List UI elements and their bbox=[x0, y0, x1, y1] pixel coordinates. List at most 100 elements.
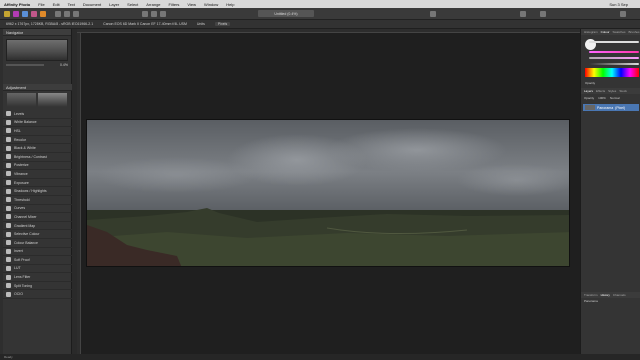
status-text: Ready bbox=[4, 355, 13, 359]
tone-mapping-persona-icon[interactable] bbox=[31, 10, 37, 17]
adjustment-item[interactable]: Brightness / Contrast bbox=[3, 153, 72, 162]
adjustment-icon bbox=[6, 137, 11, 143]
tab-history[interactable]: History bbox=[601, 293, 610, 297]
preset-thumbnail[interactable] bbox=[7, 93, 36, 107]
liquify-persona-icon[interactable] bbox=[13, 10, 19, 17]
export-persona-icon[interactable] bbox=[40, 10, 46, 17]
adjustment-item[interactable]: White Balance bbox=[3, 119, 72, 128]
adjustment-item[interactable]: Black & White bbox=[3, 144, 72, 153]
adjustment-label: HSL bbox=[14, 128, 21, 133]
menu-layer[interactable]: Layer bbox=[109, 2, 119, 7]
luminosity-slider[interactable] bbox=[589, 57, 639, 59]
hue-slider[interactable] bbox=[589, 41, 639, 43]
adjustment-item[interactable]: OCIO bbox=[3, 290, 72, 300]
snapping-icon[interactable] bbox=[430, 11, 436, 17]
menu-view[interactable]: View bbox=[187, 2, 196, 7]
menubar-status: Sun 3 Sep bbox=[609, 2, 636, 7]
canvas-area[interactable] bbox=[77, 29, 580, 354]
panorama-image[interactable] bbox=[86, 119, 570, 267]
align-icon[interactable] bbox=[540, 11, 546, 17]
menu-arrange[interactable]: Arrange bbox=[146, 2, 160, 7]
adjustment-label: White Balance bbox=[14, 120, 37, 125]
menu-window[interactable]: Window bbox=[204, 2, 218, 7]
layers-panel-tabs: Layers Effects Styles Stock bbox=[581, 88, 640, 94]
colour-spectrum[interactable] bbox=[585, 68, 639, 77]
menu-edit[interactable]: Edit bbox=[53, 2, 60, 7]
adjustment-icon bbox=[6, 291, 11, 297]
menu-filters[interactable]: Filters bbox=[169, 2, 180, 7]
menu-select[interactable]: Select bbox=[127, 2, 138, 7]
adjustment-item[interactable]: LUT bbox=[3, 265, 72, 274]
navigator-header[interactable]: Navigator bbox=[3, 29, 71, 36]
history-item[interactable]: Panorama bbox=[584, 299, 598, 303]
app-menu[interactable]: Affinity Photo bbox=[4, 2, 30, 7]
adjustment-item[interactable]: Channel Mixer bbox=[3, 213, 72, 222]
layer-options-row: Opacity 100% Normal bbox=[584, 96, 620, 100]
auto-contrast-icon[interactable] bbox=[151, 10, 157, 17]
units-dropdown[interactable]: Pixels bbox=[214, 22, 231, 26]
adjustment-item[interactable]: Posterize bbox=[3, 162, 72, 171]
preset-thumbnail[interactable] bbox=[38, 93, 67, 107]
photo-persona-icon[interactable] bbox=[4, 10, 10, 17]
navigator-thumbnail[interactable] bbox=[6, 39, 68, 61]
tab-brushes[interactable]: Brushes bbox=[629, 30, 640, 34]
adjustment-label: Brightness / Contrast bbox=[14, 154, 47, 159]
tab-stock[interactable]: Stock bbox=[619, 89, 627, 93]
adjustment-item[interactable]: Curves bbox=[3, 205, 72, 214]
zoom-slider[interactable] bbox=[6, 64, 44, 66]
auto-levels-icon[interactable] bbox=[142, 10, 148, 17]
tab-histogram[interactable]: Histogram bbox=[584, 30, 598, 34]
auto-colour-icon[interactable] bbox=[160, 10, 166, 17]
alpha-slider[interactable] bbox=[589, 63, 639, 65]
tab-styles[interactable]: Styles bbox=[608, 89, 616, 93]
panorama-landscape bbox=[87, 120, 569, 266]
adjustment-item[interactable]: Levels bbox=[3, 110, 72, 119]
history-panel-tabs: Transform History Channels bbox=[581, 292, 640, 298]
adjustment-label: Soft Proof bbox=[14, 257, 30, 262]
tab-colour[interactable]: Colour bbox=[601, 30, 610, 34]
menu-text[interactable]: Text bbox=[68, 2, 75, 7]
develop-persona-icon[interactable] bbox=[22, 10, 28, 17]
adjustment-label: Channel Mixer bbox=[14, 214, 37, 219]
adjustment-item[interactable]: Split Toning bbox=[3, 282, 72, 291]
zoom-value[interactable]: 0.4% bbox=[60, 63, 68, 67]
menu-file[interactable]: File bbox=[38, 2, 44, 7]
adjustment-item[interactable]: Recolor bbox=[3, 136, 72, 145]
adjustment-item[interactable]: Threshold bbox=[3, 196, 72, 205]
document-tab[interactable]: Untitled (0.4%) bbox=[258, 10, 314, 17]
adjustment-item[interactable]: Gradient Map bbox=[3, 222, 72, 231]
tab-effects[interactable]: Effects bbox=[596, 89, 605, 93]
menu-help[interactable]: Help bbox=[226, 2, 234, 7]
adjustment-item[interactable]: Soft Proof bbox=[3, 256, 72, 265]
tab-channels[interactable]: Channels bbox=[613, 293, 626, 297]
adjustment-icon bbox=[6, 119, 11, 125]
adjustment-item[interactable]: Shadows / Highlights bbox=[3, 187, 72, 196]
adjustment-item[interactable]: Colour Balance bbox=[3, 239, 72, 248]
adjustment-item[interactable]: Exposure bbox=[3, 179, 72, 188]
arrange-icon[interactable] bbox=[520, 11, 526, 17]
adjustment-icon bbox=[6, 248, 11, 254]
menubar-clock[interactable]: Sun 3 Sep bbox=[609, 2, 628, 7]
adjustment-item[interactable]: HSL bbox=[3, 127, 72, 136]
tab-transform[interactable]: Transform bbox=[584, 293, 598, 297]
adjustment-item[interactable]: Selective Colour bbox=[3, 230, 72, 239]
adjustment-item[interactable]: Lens Filter bbox=[3, 273, 72, 282]
move-tool-icon[interactable] bbox=[64, 10, 70, 17]
adjustment-header[interactable]: Adjustment bbox=[3, 84, 72, 91]
layer-opacity-value[interactable]: 100% bbox=[598, 96, 606, 100]
adjustment-label: Black & White bbox=[14, 146, 36, 151]
view-tool-icon[interactable] bbox=[55, 10, 61, 17]
selection-tool-icon[interactable] bbox=[73, 10, 79, 17]
tab-layers[interactable]: Layers bbox=[584, 89, 593, 93]
adjustment-item[interactable]: Invert bbox=[3, 248, 72, 257]
adjustment-item[interactable]: Vibrance bbox=[3, 170, 72, 179]
menu-document[interactable]: Document bbox=[83, 2, 101, 7]
saturation-slider[interactable] bbox=[589, 51, 639, 53]
adjustment-label: Levels bbox=[14, 111, 25, 116]
colour-panel-tabs: Histogram Colour Swatches Brushes bbox=[581, 29, 640, 35]
blend-mode-dropdown[interactable]: Normal bbox=[610, 96, 620, 100]
layer-row[interactable]: Panorama (Pixel) bbox=[583, 104, 639, 111]
assistant-icon[interactable] bbox=[620, 11, 626, 17]
tab-swatches[interactable]: Swatches bbox=[613, 30, 626, 34]
adjustment-label: Curves bbox=[14, 206, 26, 211]
